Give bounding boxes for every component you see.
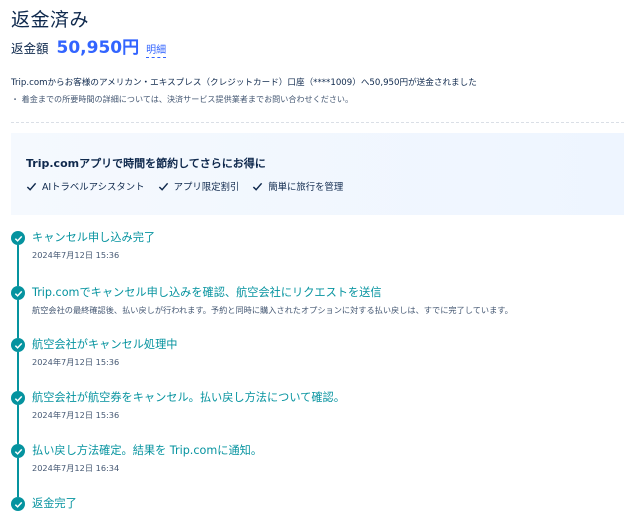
timeline-connector bbox=[17, 405, 19, 444]
promo-features: AIトラベルアシスタント アプリ限定割引 簡単に旅行を管理 bbox=[26, 179, 343, 193]
refund-amount-value: 50,950円 bbox=[56, 38, 140, 58]
details-link[interactable]: 明細 bbox=[146, 45, 167, 58]
divider bbox=[11, 122, 624, 123]
timeline-step-title: 払い戻し方法確定。結果を Trip.comに通知。 bbox=[32, 444, 263, 457]
refund-sub-notice: ・ 着金までの所要時間の詳細については、決済サービス提供業者までお問い合わせくだ… bbox=[11, 94, 354, 104]
timeline-connector bbox=[17, 352, 19, 391]
check-circle-icon bbox=[11, 391, 25, 405]
timeline-step-title: キャンセル申し込み完了 bbox=[32, 231, 156, 244]
promo-feature: アプリ限定割引 bbox=[158, 179, 240, 193]
app-promo-banner[interactable]: Trip.comアプリで時間を節約してさらにお得に AIトラベルアシスタント ア… bbox=[11, 133, 624, 215]
promo-title: Trip.comアプリで時間を節約してさらにお得に bbox=[26, 157, 266, 170]
checkmark-icon bbox=[158, 182, 168, 191]
page-title: 返金済み bbox=[11, 9, 90, 31]
check-circle-icon bbox=[11, 497, 25, 511]
timeline-connector bbox=[17, 300, 19, 338]
refund-amount-label: 返金額 bbox=[11, 41, 49, 56]
timeline-step-title: 返金完了 bbox=[32, 497, 77, 510]
timeline-step-time: 2024年7月12日 16:34 bbox=[32, 463, 120, 473]
check-circle-icon bbox=[11, 286, 25, 300]
checkmark-icon bbox=[26, 182, 37, 191]
timeline-connector bbox=[17, 458, 19, 497]
promo-feature-label: アプリ限定割引 bbox=[173, 182, 240, 193]
timeline-step-title: 航空会社が航空券をキャンセル。払い戻し方法について確認。 bbox=[32, 391, 345, 404]
timeline-step-title: Trip.comでキャンセル申し込みを確認、航空会社にリクエストを送信 bbox=[32, 286, 382, 299]
timeline-step-desc: 航空会社の最終確認後、払い戻しが行われます。予約と同時に購入されたオプションに対… bbox=[32, 305, 513, 315]
promo-feature: 簡単に旅行を管理 bbox=[252, 179, 343, 193]
timeline-step-title: 航空会社がキャンセル処理中 bbox=[32, 338, 178, 351]
checkmark-icon bbox=[253, 182, 263, 191]
promo-feature: AIトラベルアシスタント bbox=[26, 179, 145, 193]
timeline-step-time: 2024年7月12日 15:36 bbox=[32, 410, 120, 420]
check-circle-icon bbox=[11, 231, 25, 245]
timeline-step-time: 2024年7月12日 15:36 bbox=[32, 250, 120, 260]
promo-feature-label: AIトラベルアシスタント bbox=[42, 182, 145, 193]
check-circle-icon bbox=[11, 444, 25, 458]
refund-amount-row: 返金額 50,950円 明細 bbox=[11, 33, 167, 58]
refund-notice: Trip.comからお客様のアメリカン・エキスプレス（クレジットカード）口座（*… bbox=[11, 78, 477, 88]
promo-feature-label: 簡単に旅行を管理 bbox=[268, 182, 344, 193]
check-circle-icon bbox=[11, 338, 25, 352]
timeline-connector bbox=[17, 245, 19, 286]
timeline-step-time: 2024年7月12日 15:36 bbox=[32, 357, 120, 367]
